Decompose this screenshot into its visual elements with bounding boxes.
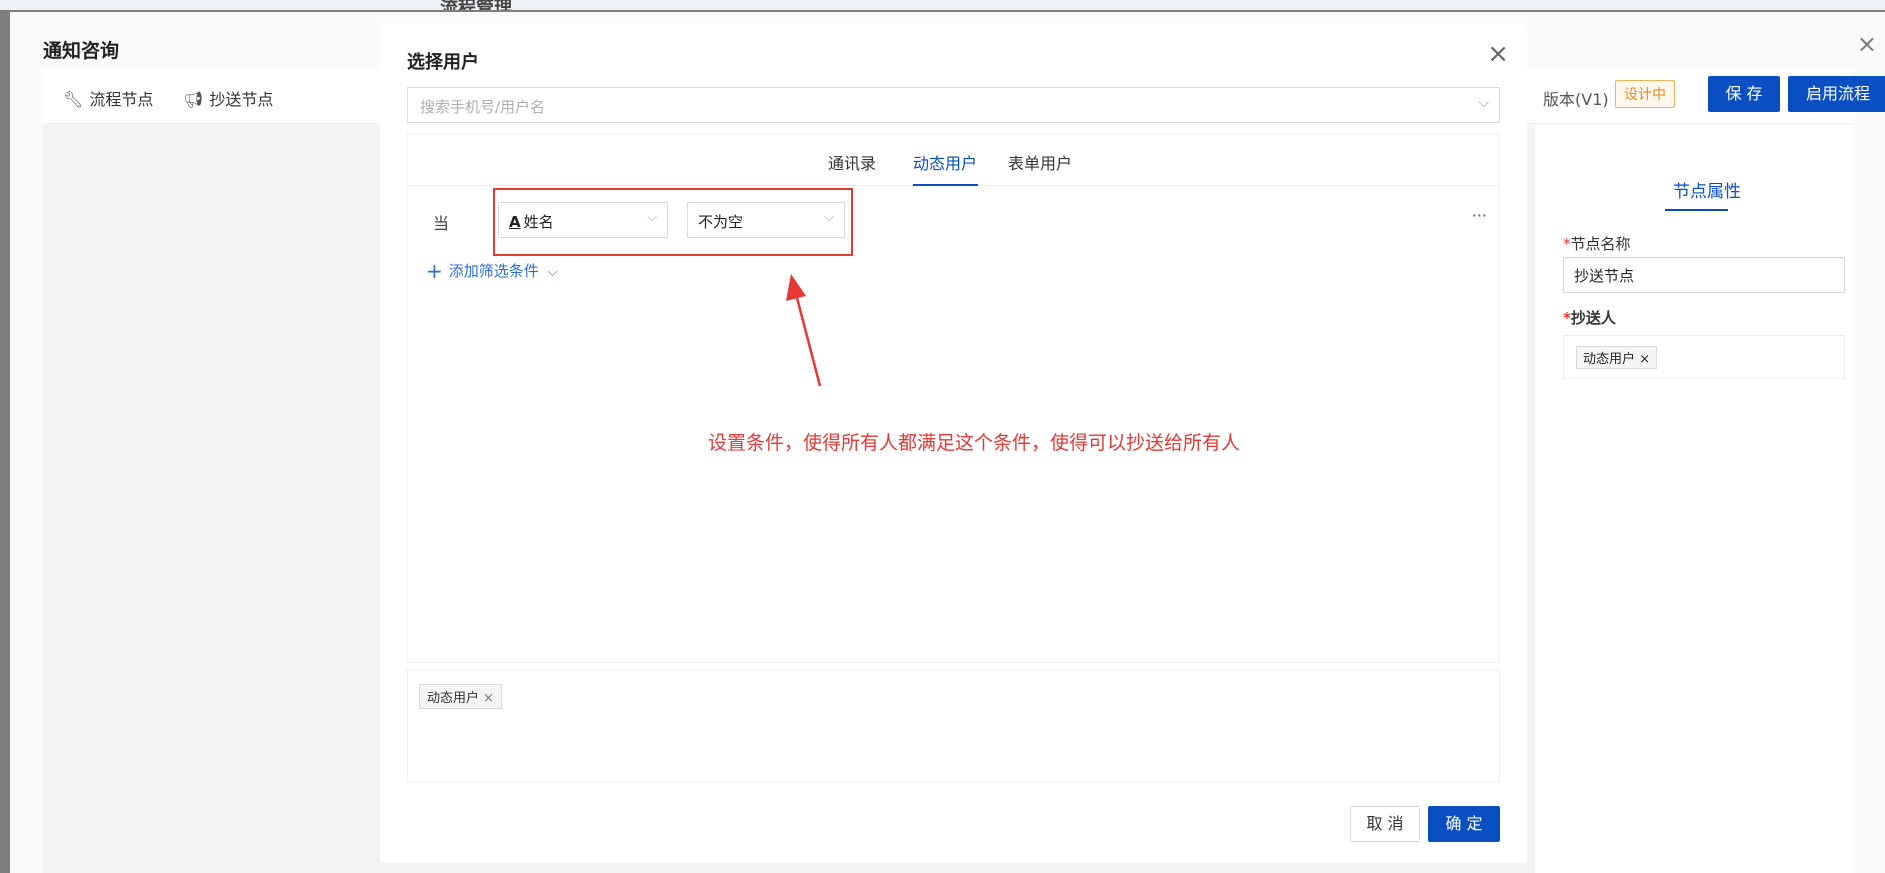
flow-node-button[interactable]: 🔧︎ 流程节点 xyxy=(63,86,153,110)
tab-dynamic-users[interactable]: 动态用户 xyxy=(913,150,977,174)
status-badge: 设计中 xyxy=(1615,80,1675,108)
tab-indicator xyxy=(1665,209,1728,211)
annotation-text: 设置条件，使得所有人都满足这个条件，使得可以抄送给所有人 xyxy=(708,432,1241,454)
add-filter-label: 添加筛选条件 xyxy=(448,262,539,280)
close-icon[interactable]: × xyxy=(1487,41,1509,67)
cc-person-field[interactable]: 动态用户 × xyxy=(1563,335,1845,379)
more-icon[interactable]: ··· xyxy=(1472,206,1487,225)
drawer-title: 通知咨询 xyxy=(43,40,120,62)
search-input[interactable]: 搜索手机号/用户名 ⌵ xyxy=(407,87,1500,123)
chevron-down-icon: ⌵ xyxy=(547,265,558,280)
flow-node-label: 流程节点 xyxy=(89,90,154,109)
annotation-highlight-box xyxy=(493,188,853,256)
user-picker-panel: 通讯录 动态用户 表单用户 当 A 姓名 ⌵ 不为空 ⌵ ··· + 添加筛选条件 … xyxy=(407,133,1500,663)
cc-tag: 动态用户 × xyxy=(1576,346,1658,369)
plus-icon: + xyxy=(426,259,443,283)
cc-node-label: 抄送节点 xyxy=(209,90,274,109)
version-label: 版本(V1) xyxy=(1543,90,1609,109)
selected-users-box: 动态用户 × xyxy=(407,669,1500,782)
node-properties-panel: 节点属性 *节点名称 抄送节点 *抄送人 动态用户 × xyxy=(1535,125,1853,873)
cc-node-button[interactable]: 📢︎ 抄送节点 xyxy=(183,86,273,110)
tab-node-properties[interactable]: 节点属性 xyxy=(1673,177,1741,202)
picker-tabs: 通讯录 动态用户 表单用户 xyxy=(408,134,1499,186)
add-filter-button[interactable]: + 添加筛选条件 ⌵ xyxy=(426,259,557,283)
megaphone-icon: 📢︎ xyxy=(183,90,204,109)
confirm-button[interactable]: 确 定 xyxy=(1428,806,1500,842)
tab-contacts[interactable]: 通讯录 xyxy=(828,150,876,174)
search-placeholder: 搜索手机号/用户名 xyxy=(420,98,546,116)
condition-when-label: 当 xyxy=(433,214,450,233)
enable-flow-button[interactable]: 启用流程 xyxy=(1788,76,1885,112)
wrench-icon: 🔧︎ xyxy=(63,90,84,109)
top-bar: 流程管理 xyxy=(0,0,1885,19)
node-name-input[interactable]: 抄送节点 xyxy=(1563,257,1845,293)
drawer-close-icon[interactable]: × xyxy=(1857,30,1877,58)
tab-form-users[interactable]: 表单用户 xyxy=(1008,150,1072,174)
node-name-label: *节点名称 xyxy=(1563,235,1631,253)
active-tab-indicator xyxy=(913,184,978,186)
selected-tag: 动态用户 × xyxy=(419,684,502,709)
cc-person-label: *抄送人 xyxy=(1563,309,1616,327)
cancel-button[interactable]: 取 消 xyxy=(1350,806,1420,842)
save-button[interactable]: 保 存 xyxy=(1708,76,1780,112)
select-user-modal: 选择用户 × 搜索手机号/用户名 ⌵ 通讯录 动态用户 表单用户 当 A 姓名 ⌵… xyxy=(380,23,1527,863)
remove-tag-icon[interactable]: × xyxy=(483,691,494,706)
chevron-down-icon: ⌵ xyxy=(1478,95,1489,111)
modal-title: 选择用户 xyxy=(407,52,479,73)
